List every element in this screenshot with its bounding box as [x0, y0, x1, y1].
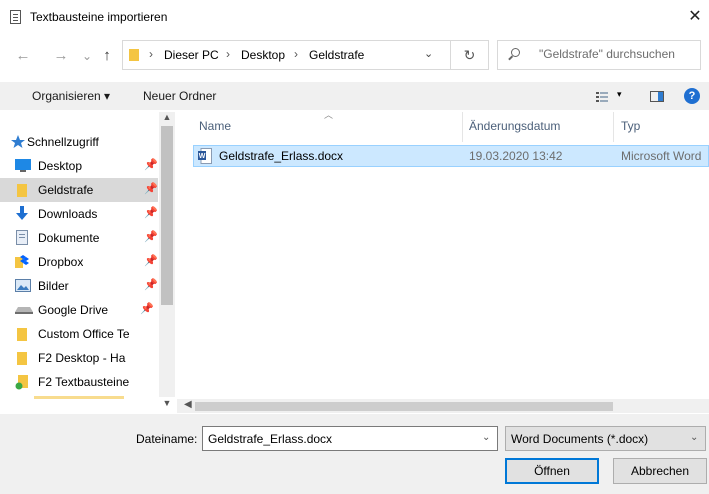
sidebar-item-dropbox[interactable]: Dropbox 📌: [0, 250, 158, 274]
breadcrumb-desktop[interactable]: Desktop: [241, 48, 285, 62]
sidebar-item-bilder[interactable]: Bilder 📌: [0, 274, 158, 298]
breadcrumb-geldstrafe[interactable]: Geldstrafe: [309, 48, 364, 62]
star-icon: [11, 135, 25, 148]
pin-icon: 📌: [144, 255, 158, 267]
sidebar-item-label: Dokumente: [38, 231, 100, 245]
folder-icon: [129, 49, 139, 61]
file-name: Geldstrafe_Erlass.docx: [219, 149, 344, 163]
nav-scrollbar-thumb[interactable]: [161, 126, 173, 305]
dialog-document-icon: [10, 10, 21, 24]
filename-label: Dateiname:: [136, 432, 198, 446]
sidebar-item-f2-desktop[interactable]: F2 Desktop - Ha: [0, 346, 158, 370]
new-folder-button[interactable]: Neuer Ordner: [143, 89, 216, 103]
svg-text:W: W: [199, 153, 206, 160]
sidebar-item-custom-office[interactable]: Custom Office Te: [0, 322, 158, 346]
sidebar-item-label: Schnellzugriff: [27, 135, 99, 149]
organize-button[interactable]: Organisieren ▾: [32, 89, 110, 103]
column-header-type[interactable]: Typ: [621, 119, 640, 133]
column-header-name[interactable]: Name: [199, 119, 231, 133]
column-divider[interactable]: [462, 112, 463, 142]
dropbox-icon: [15, 255, 29, 268]
sidebar-item-label: Google Drive: [38, 303, 109, 317]
refresh-button[interactable]: ↻: [451, 40, 489, 70]
help-icon[interactable]: ?: [684, 88, 700, 104]
sidebar-item-downloads[interactable]: Downloads 📌: [0, 202, 158, 226]
search-placeholder: "Geldstrafe" durchsuchen: [539, 47, 675, 61]
column-divider[interactable]: [613, 112, 614, 142]
scroll-up-button[interactable]: ▲: [159, 112, 175, 126]
folder-icon: [17, 328, 27, 341]
view-options-icon[interactable]: [596, 92, 608, 102]
filetype-value: Word Documents (*.docx): [511, 432, 649, 446]
sidebar-item-dokumente[interactable]: Dokumente 📌: [0, 226, 158, 250]
window-title: Textbausteine importieren: [30, 10, 168, 24]
drive-icon: [15, 307, 33, 314]
pin-icon: 📌: [140, 303, 154, 315]
close-button[interactable]: ✕: [684, 6, 706, 28]
forward-button[interactable]: →: [52, 46, 70, 66]
view-dropdown-button[interactable]: ▾: [617, 89, 622, 100]
sidebar-item-desktop[interactable]: Desktop 📌: [0, 154, 158, 178]
pictures-icon: [15, 279, 31, 292]
folder-shortcut-icon: [15, 375, 28, 390]
scroll-left-button[interactable]: ◀: [184, 399, 192, 410]
breadcrumb-dieser-pc[interactable]: Dieser PC: [164, 48, 219, 62]
sidebar-item-partial: [34, 396, 124, 399]
sidebar-item-label: Bilder: [38, 279, 69, 293]
breadcrumb-separator: ›: [226, 47, 230, 61]
horizontal-scrollbar-thumb[interactable]: [195, 402, 613, 411]
chevron-down-icon[interactable]: ⌄: [482, 432, 490, 443]
sidebar-item-label: Downloads: [38, 207, 98, 221]
file-date: 19.03.2020 13:42: [469, 149, 563, 163]
filename-value: Geldstrafe_Erlass.docx: [208, 432, 333, 446]
recent-locations-button[interactable]: ⌄: [78, 46, 96, 66]
sidebar-item-google-drive[interactable]: Google Drive 📌: [0, 298, 158, 322]
cancel-button[interactable]: Abbrechen: [613, 458, 707, 484]
word-document-icon: W: [198, 148, 212, 164]
sidebar-item-label: Dropbox: [38, 255, 84, 269]
preview-pane-icon[interactable]: [650, 91, 664, 102]
chevron-down-icon: ⌄: [690, 432, 699, 443]
pin-icon: 📌: [144, 159, 158, 171]
pin-icon: 📌: [144, 279, 158, 291]
desktop-icon: [15, 159, 31, 172]
pin-icon: 📌: [144, 207, 158, 219]
file-type: Microsoft Word: [621, 149, 702, 163]
sidebar-item-label: Desktop: [38, 159, 83, 173]
pin-icon: 📌: [144, 231, 158, 243]
folder-icon: [17, 352, 27, 365]
search-icon: [511, 48, 520, 57]
sidebar-item-f2-textbausteine[interactable]: F2 Textbausteine: [0, 370, 158, 394]
sort-ascending-icon: ︿: [324, 110, 334, 120]
sidebar-item-geldstrafe[interactable]: Geldstrafe 📌: [0, 178, 158, 202]
back-button[interactable]: ←: [14, 46, 32, 66]
scroll-down-button[interactable]: ▼: [159, 398, 175, 412]
folder-icon: [17, 184, 27, 197]
pin-icon: 📌: [144, 183, 158, 195]
documents-icon: [16, 230, 28, 245]
address-dropdown-button[interactable]: ⌄: [424, 47, 433, 60]
open-button[interactable]: Öffnen: [505, 458, 599, 484]
breadcrumb-separator: ›: [294, 47, 298, 61]
sidebar-item-label: Custom Office Te: [38, 327, 130, 341]
sidebar-item-schnellzugriff[interactable]: Schnellzugriff: [0, 130, 158, 154]
sidebar-item-label: Geldstrafe: [38, 183, 94, 197]
sidebar-item-label: F2 Desktop - Ha: [38, 351, 126, 365]
column-header-date[interactable]: Änderungsdatum: [469, 119, 560, 133]
breadcrumb-separator: ›: [149, 47, 153, 61]
sidebar-item-label: F2 Textbausteine: [38, 375, 130, 389]
download-icon: [16, 206, 28, 220]
up-button[interactable]: ↑: [98, 46, 116, 66]
